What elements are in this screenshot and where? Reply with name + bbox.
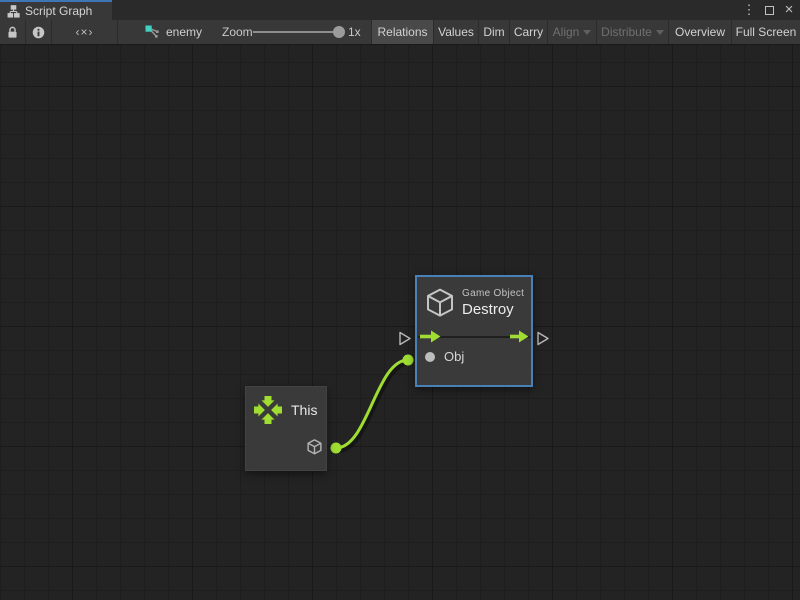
info-button[interactable] xyxy=(26,20,52,44)
lock-icon xyxy=(7,26,18,39)
zoom-slider[interactable] xyxy=(253,31,339,33)
window-maximize-icon[interactable] xyxy=(762,3,776,17)
dropdown-arrow-icon xyxy=(583,30,591,35)
tab-bar: Script Graph ⋮ × xyxy=(0,0,800,20)
node-category: Game Object xyxy=(462,288,524,299)
script-graph-asset-icon xyxy=(145,25,159,39)
button-label: Full Screen xyxy=(736,20,797,44)
angle-x-icon: ‹×› xyxy=(76,20,94,44)
lock-button[interactable] xyxy=(0,20,26,44)
obj-value-port[interactable] xyxy=(425,352,435,362)
connection-layer xyxy=(0,45,800,600)
game-object-cube-icon xyxy=(424,286,456,320)
tab-title: Script Graph xyxy=(25,4,92,18)
dropdown-arrow-icon xyxy=(656,30,664,35)
zoom-value: 1x xyxy=(348,20,361,44)
node-title: Destroy xyxy=(462,301,524,318)
graph-name: enemy xyxy=(166,25,202,39)
zoom-label: Zoom xyxy=(222,20,253,44)
connection-wire[interactable] xyxy=(336,360,408,448)
node-this[interactable]: This xyxy=(245,386,327,471)
graph-hierarchy-icon xyxy=(7,5,20,18)
node-title: This xyxy=(291,402,317,418)
button-label: Carry xyxy=(514,20,543,44)
button-label: Distribute xyxy=(601,20,652,44)
control-output-arrow-icon[interactable] xyxy=(510,330,529,348)
graph-canvas[interactable]: Game Object Destroy Obj xyxy=(0,45,800,600)
toggle-values-on-edges-button[interactable]: ‹×› xyxy=(52,20,118,44)
self-output-port-cube-icon[interactable] xyxy=(306,438,323,461)
graph-breadcrumb[interactable]: enemy xyxy=(145,20,202,44)
button-label: Values xyxy=(438,20,474,44)
button-label: Align xyxy=(553,20,580,44)
carry-toggle-button[interactable]: Carry xyxy=(509,20,547,44)
this-converge-arrows-icon xyxy=(254,396,282,424)
align-dropdown-button[interactable]: Align xyxy=(547,20,596,44)
button-label: Relations xyxy=(377,20,427,44)
button-label: Overview xyxy=(675,20,725,44)
dim-toggle-button[interactable]: Dim xyxy=(478,20,509,44)
relations-toggle-button[interactable]: Relations xyxy=(371,20,433,44)
graph-toolbar: ‹×› enemy Zoom 1x Relations Values Dim C… xyxy=(0,20,800,45)
node-destroy[interactable]: Game Object Destroy Obj xyxy=(415,275,533,387)
overview-button[interactable]: Overview xyxy=(668,20,731,44)
wire-shadow xyxy=(338,363,410,451)
info-icon xyxy=(32,26,45,39)
control-output-port-triangle-icon[interactable] xyxy=(536,331,550,351)
button-label: Dim xyxy=(483,20,504,44)
control-input-port-triangle-icon[interactable] xyxy=(398,331,412,351)
distribute-dropdown-button[interactable]: Distribute xyxy=(596,20,668,44)
window-menu-icon[interactable]: ⋮ xyxy=(742,3,756,17)
tab-script-graph[interactable]: Script Graph xyxy=(0,0,112,20)
values-toggle-button[interactable]: Values xyxy=(433,20,478,44)
full-screen-button[interactable]: Full Screen xyxy=(731,20,800,44)
control-input-arrow-icon[interactable] xyxy=(420,330,441,348)
window-close-icon[interactable]: × xyxy=(782,3,796,17)
maximize-box xyxy=(765,6,774,15)
zoom-slider-handle[interactable] xyxy=(333,26,345,38)
obj-port-label: Obj xyxy=(444,349,464,364)
